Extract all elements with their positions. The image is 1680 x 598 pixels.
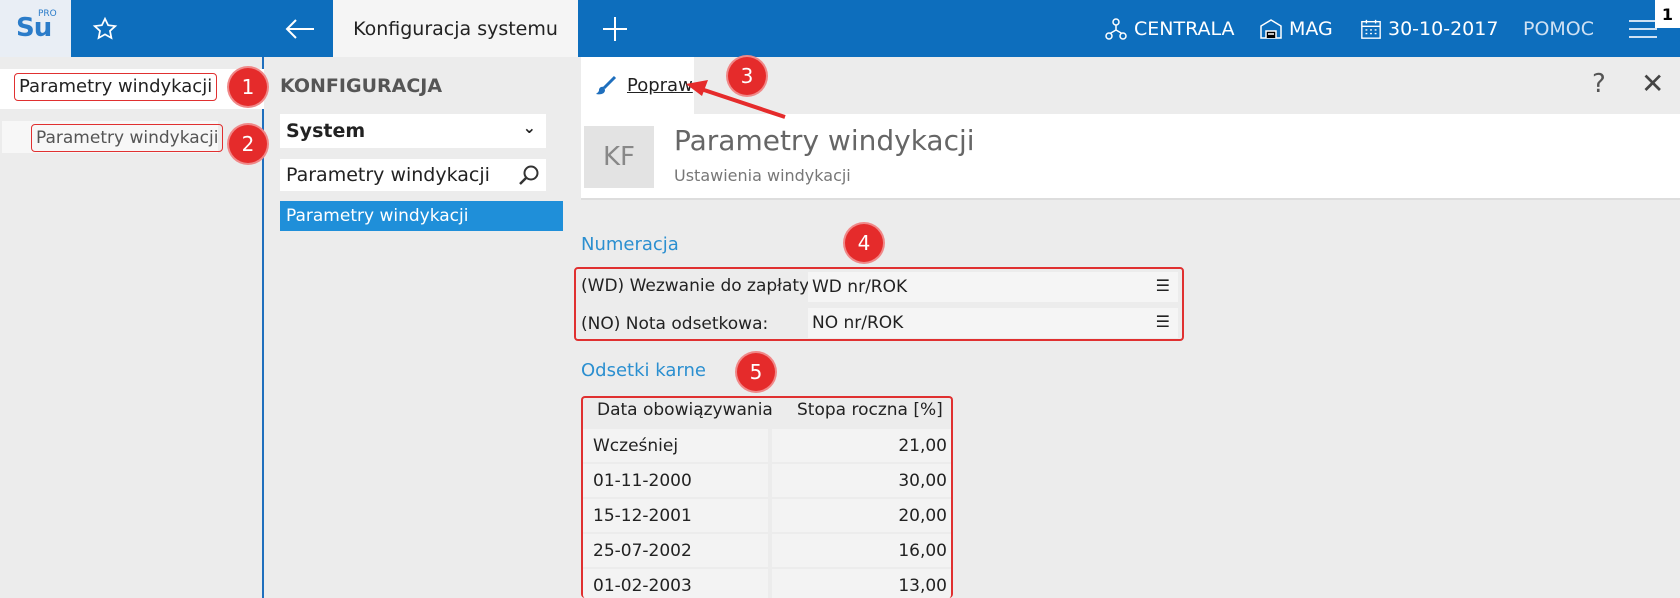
config-search-value: Parametry windykacji xyxy=(286,164,490,186)
date-label: 30-10-2017 xyxy=(1388,17,1499,40)
page-subtitle: Ustawienia windykacji xyxy=(674,166,851,185)
cell-date: 25-07-2002 xyxy=(583,534,768,567)
list-menu-icon[interactable]: ☰ xyxy=(1156,312,1170,331)
list-menu-icon[interactable]: ☰ xyxy=(1156,276,1170,295)
table-row[interactable]: 01-02-2003 13,00 xyxy=(583,568,951,598)
top-bar: Su PRO Konfiguracja systemu CENTRALA MAG… xyxy=(0,0,1680,57)
hamburger-menu-icon[interactable] xyxy=(1628,0,1658,57)
annotation-marker-4: 4 xyxy=(845,224,883,262)
left-search-input[interactable]: Parametry windykacji xyxy=(14,73,218,101)
mag-button[interactable]: MAG xyxy=(1259,0,1333,57)
config-nav-pane: KONFIGURACJA System ⌄ Parametry windykac… xyxy=(266,57,578,598)
no-value: NO nr/ROK xyxy=(812,313,904,333)
annotation-marker-1: 1 xyxy=(229,68,267,106)
config-list-item-selected[interactable]: Parametry windykacji xyxy=(280,201,563,231)
table-header: Data obowiązywania Stopa roczna [%] xyxy=(583,398,951,428)
cell-rate: 20,00 xyxy=(772,499,951,532)
network-icon xyxy=(1105,17,1127,40)
module-select[interactable]: System ⌄ xyxy=(280,114,546,148)
help-button[interactable]: POMOC xyxy=(1523,0,1594,57)
wd-field[interactable]: WD nr/ROK ☰ xyxy=(808,272,1178,302)
search-icon[interactable] xyxy=(518,164,540,186)
table-row[interactable]: 25-07-2002 16,00 xyxy=(583,533,951,568)
help-icon[interactable]: ? xyxy=(1592,69,1606,99)
mag-label: MAG xyxy=(1289,17,1333,40)
date-button[interactable]: 30-10-2017 xyxy=(1360,0,1498,57)
centrala-label: CENTRALA xyxy=(1134,17,1235,40)
interest-table: Data obowiązywania Stopa roczna [%] Wcze… xyxy=(581,396,953,598)
warehouse-icon xyxy=(1260,18,1282,39)
left-result-item[interactable]: Parametry windykacji xyxy=(31,124,224,152)
column-header-rate[interactable]: Stopa roczna [%] xyxy=(797,400,943,420)
cell-rate: 21,00 xyxy=(772,429,951,462)
app-logo[interactable]: Su PRO xyxy=(0,0,71,57)
record-header: KF Parametry windykacji Ustawienia windy… xyxy=(581,114,1680,200)
column-header-date[interactable]: Data obowiązywania xyxy=(597,400,773,420)
logo-sup: PRO xyxy=(38,9,57,19)
wd-label: (WD) Wezwanie do zapłaty: xyxy=(581,276,814,296)
no-field[interactable]: NO nr/ROK ☰ xyxy=(808,308,1178,338)
help-label: POMOC xyxy=(1523,17,1595,40)
close-icon[interactable]: ✕ xyxy=(1641,67,1664,100)
edit-button[interactable]: Popraw xyxy=(581,57,694,114)
config-search-input[interactable]: Parametry windykacji xyxy=(280,159,546,191)
brush-icon xyxy=(596,75,617,94)
avatar: KF xyxy=(584,126,654,188)
annotation-marker-3: 3 xyxy=(728,57,766,95)
cell-rate: 30,00 xyxy=(772,464,951,497)
calendar-icon xyxy=(1361,19,1381,39)
annotation-marker-2: 2 xyxy=(229,125,267,163)
left-search-pane: Parametry windykacji Parametry windykacj… xyxy=(0,57,264,598)
no-label: (NO) Nota odsetkowa: xyxy=(581,314,769,334)
cell-date: 01-02-2003 xyxy=(583,569,768,598)
cell-date: Wcześniej xyxy=(583,429,768,462)
section-title-numeracja: Numeracja xyxy=(581,234,679,255)
favorites-star-icon[interactable] xyxy=(71,0,139,57)
annotation-marker-5: 5 xyxy=(737,353,775,391)
wd-value: WD nr/ROK xyxy=(812,277,908,297)
cell-rate: 16,00 xyxy=(772,534,951,567)
cell-rate: 13,00 xyxy=(772,569,951,598)
cell-date: 15-12-2001 xyxy=(583,499,768,532)
section-title-odsetki: Odsetki karne xyxy=(581,360,706,381)
table-row[interactable]: 15-12-2001 20,00 xyxy=(583,498,951,533)
tab-label: Konfiguracja systemu xyxy=(353,17,558,40)
cell-date: 01-11-2000 xyxy=(583,464,768,497)
page-title: Parametry windykacji xyxy=(674,124,975,157)
add-tab-plus-icon[interactable] xyxy=(590,0,640,57)
module-select-value: System xyxy=(286,120,366,142)
table-row[interactable]: 01-11-2000 30,00 xyxy=(583,463,951,498)
tab-konfiguracja-systemu[interactable]: Konfiguracja systemu xyxy=(333,0,578,57)
centrala-button[interactable]: CENTRALA xyxy=(1104,0,1235,57)
table-row[interactable]: Wcześniej 21,00 xyxy=(583,428,951,463)
notification-badge: 1 xyxy=(1655,0,1680,28)
config-title: KONFIGURACJA xyxy=(280,75,443,97)
chevron-down-icon: ⌄ xyxy=(522,118,536,137)
back-arrow-icon[interactable] xyxy=(270,0,330,57)
